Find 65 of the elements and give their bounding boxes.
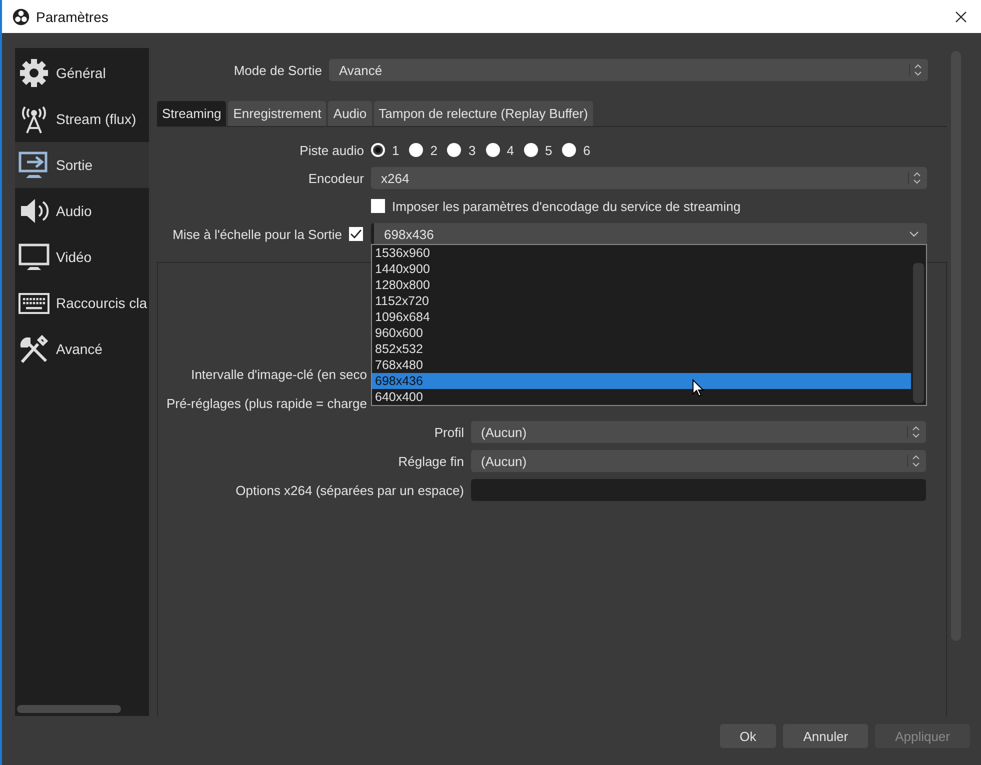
radio-button[interactable] (562, 143, 576, 157)
radio-button[interactable] (447, 143, 462, 157)
dropdown-option[interactable]: 852x532 (372, 341, 911, 357)
dropdown-option[interactable]: 1280x800 (372, 277, 911, 293)
sidebar-item[interactable]: Raccourcis cla (15, 280, 149, 326)
dropdown-option[interactable]: 768x480 (372, 357, 911, 373)
radio-option[interactable]: 3 (447, 142, 476, 158)
dropdown-option[interactable]: 1440x900 (372, 261, 911, 277)
checkbox[interactable] (349, 227, 363, 241)
spinner-arrows-icon (908, 172, 921, 184)
radio-button[interactable] (486, 143, 500, 157)
tab[interactable]: Tampon de relecture (Replay Buffer) (374, 101, 593, 126)
radio-option[interactable]: 5 (524, 142, 552, 158)
field-label: Mode de Sortie (232, 62, 323, 78)
checkbox-option[interactable]: Imposer les paramètres d'encodage du service de streaming (371, 198, 741, 214)
sidebar-item[interactable]: Général (15, 50, 149, 96)
tools-icon (18, 333, 50, 365)
gear-icon (18, 57, 50, 89)
sidebar-item[interactable]: Vidéo (15, 234, 149, 280)
dropdown-option[interactable]: 1096x684 (372, 309, 911, 325)
resolution-dropdown[interactable]: 698x436 (371, 223, 927, 245)
sidebar-item[interactable]: Audio (15, 188, 149, 234)
dropdown-option[interactable]: 1152x720 (372, 293, 911, 309)
tab[interactable]: Audio (328, 101, 372, 126)
monitor-arrow-icon (18, 149, 50, 181)
output-mode-dropdown[interactable]: Avancé (329, 59, 928, 81)
checkbox[interactable] (371, 199, 385, 213)
radio-button[interactable] (409, 143, 424, 157)
radio-option[interactable]: 4 (486, 142, 514, 158)
dialog-button[interactable]: Ok (720, 724, 776, 748)
field-label: Pré-réglages (plus rapide = charge (166, 396, 367, 410)
dropdown-option[interactable]: 640x400 (372, 389, 911, 405)
window-title: Paramètres (36, 8, 110, 24)
monitor-icon (18, 241, 50, 273)
checkbox-option[interactable]: Mise à l'échelle pour la Sortie (157, 226, 371, 242)
sidebar-item[interactable]: Avancé (15, 326, 149, 372)
mouse-pointer-icon (692, 379, 704, 397)
radio-button[interactable] (524, 143, 538, 157)
dialog-button[interactable]: Annuler (783, 724, 868, 748)
radio-option[interactable]: 2 (409, 142, 438, 158)
dropdown-option[interactable]: 1536x960 (372, 245, 911, 261)
dropdown-option[interactable]: 960x600 (372, 325, 911, 341)
radio-option[interactable]: 1 (371, 142, 400, 158)
spinner-arrows-icon (907, 455, 920, 467)
caret-icon (909, 231, 919, 237)
encoder-dropdown[interactable]: x264 (371, 167, 927, 189)
radio-option[interactable]: 6 (562, 142, 590, 158)
radio-button[interactable] (371, 143, 385, 157)
field-label: Profil (433, 424, 465, 440)
select-dropdown[interactable]: (Aucun) (471, 450, 926, 472)
field-label: Réglage fin (397, 454, 465, 468)
field-label: Encodeur (307, 170, 365, 186)
tab[interactable]: Enregistrement (228, 101, 326, 126)
select-dropdown[interactable]: (Aucun) (471, 421, 926, 443)
sidebar-item[interactable]: Stream (flux) (15, 96, 149, 142)
field-label: Intervalle d'image-clé (en seco (191, 366, 367, 382)
field-label: Piste audio (298, 142, 365, 158)
dropdown-option[interactable]: 698x436 (372, 373, 911, 389)
close-icon[interactable] (955, 10, 967, 22)
field-label: Options x264 (séparées par un espace) (234, 482, 465, 498)
tab[interactable]: Streaming (157, 101, 226, 126)
app-logo-icon (12, 8, 30, 26)
spinner-arrows-icon (907, 426, 920, 438)
spinner-arrows-icon (909, 64, 922, 76)
sidebar-item[interactable]: Sortie (15, 142, 149, 188)
